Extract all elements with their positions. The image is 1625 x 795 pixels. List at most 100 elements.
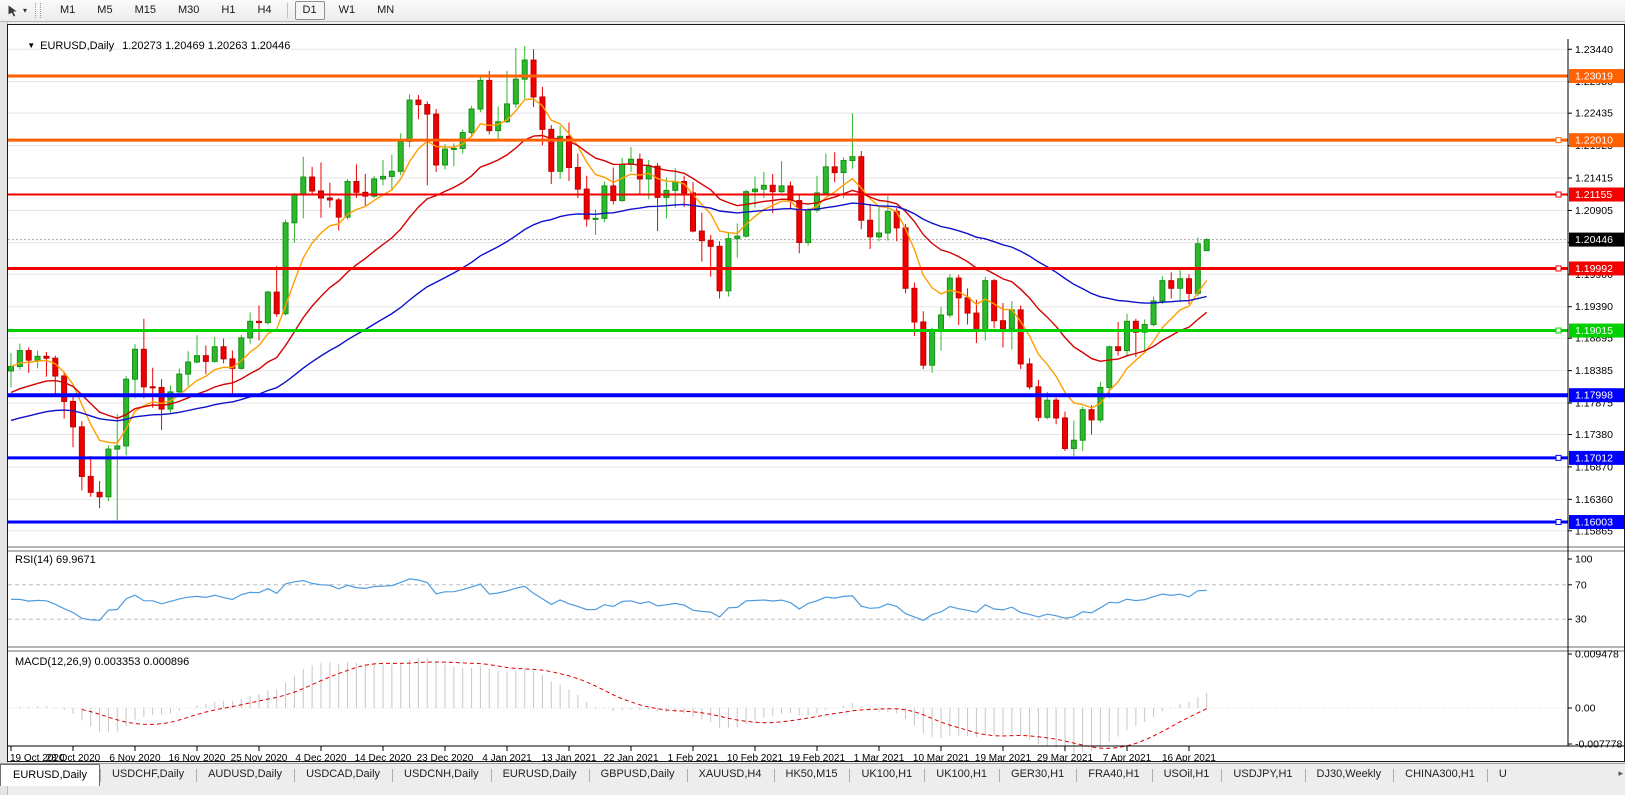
svg-text:1.17012: 1.17012 [1575, 452, 1613, 464]
svg-text:1.18385: 1.18385 [1575, 365, 1613, 377]
price-tags: 1.23019 1.22010 1.21155 1.20446 1.19992 1.190… [1569, 69, 1624, 530]
svg-text:1 Feb 2021: 1 Feb 2021 [668, 753, 719, 761]
svg-text:1 Mar 2021: 1 Mar 2021 [854, 753, 905, 761]
macd-pane: 0.009478 0.00 -0.007778 [8, 649, 1622, 754]
svg-text:70: 70 [1575, 579, 1587, 591]
chart-cursor-tool-icon[interactable] [4, 3, 22, 19]
symbol-tab-hk50-m15[interactable]: HK50,M15 [773, 764, 850, 786]
svg-text:19 Feb 2021: 19 Feb 2021 [789, 753, 846, 761]
timeframe-button-h1[interactable]: H1 [213, 1, 243, 20]
svg-text:1.21155: 1.21155 [1575, 189, 1612, 201]
timeframe-buttons: M1 M5 M15 M30 H1 H4 D1 W1 MN [49, 1, 405, 20]
svg-text:1.16360: 1.16360 [1575, 494, 1613, 506]
symbol-tab-gbpusd-daily[interactable]: GBPUSD,Daily [588, 764, 687, 786]
svg-text:-0.007778: -0.007778 [1575, 739, 1622, 751]
symbol-tab-china300-h1[interactable]: CHINA300,H1 [1393, 764, 1487, 786]
svg-text:16 Nov 2020: 16 Nov 2020 [169, 753, 226, 761]
pane-splitters[interactable] [8, 546, 1624, 652]
symbol-tab-usdcnh-daily[interactable]: USDCNH,Daily [392, 764, 491, 786]
timeframe-button-m15[interactable]: M15 [127, 1, 164, 20]
svg-text:0.00: 0.00 [1575, 703, 1596, 715]
svg-text:22 Jan 2021: 22 Jan 2021 [603, 753, 658, 761]
rsi-pane: 100 70 30 [8, 554, 1593, 626]
svg-text:1.21415: 1.21415 [1575, 172, 1613, 184]
svg-text:1.19992: 1.19992 [1575, 263, 1613, 275]
symbol-tab-dj30-weekly[interactable]: DJ30,Weekly [1304, 764, 1394, 786]
hline-handle [1555, 137, 1562, 144]
svg-text:6 Nov 2020: 6 Nov 2020 [109, 753, 161, 761]
hline-handle [1555, 327, 1562, 334]
symbol-tab-uk100-h1[interactable]: UK100,H1 [849, 764, 924, 786]
timeframe-button-m1[interactable]: M1 [52, 1, 83, 20]
chart-title: ▼ EURUSD,Daily 1.20273 1.20469 1.20263 1.2… [15, 28, 290, 64]
symbol-tab-audusd-daily[interactable]: AUDUSD,Daily [196, 764, 294, 786]
svg-text:16 Apr 2021: 16 Apr 2021 [1162, 753, 1216, 761]
svg-text:1.17380: 1.17380 [1575, 429, 1613, 441]
svg-text:1.23019: 1.23019 [1575, 71, 1613, 83]
symbol-tab-usdcad-daily[interactable]: USDCAD,Daily [294, 764, 392, 786]
svg-text:4 Dec 2020: 4 Dec 2020 [295, 753, 347, 761]
svg-text:1.16003: 1.16003 [1575, 517, 1613, 529]
svg-text:4 Jan 2021: 4 Jan 2021 [482, 753, 532, 761]
chart-window: ▼ EURUSD,Daily 1.20273 1.20469 1.20263 1.2… [7, 24, 1625, 762]
hline-handle [1555, 191, 1562, 198]
toolbar-separator [286, 3, 288, 18]
svg-text:10 Mar 2021: 10 Mar 2021 [913, 753, 970, 761]
svg-text:1.19390: 1.19390 [1575, 301, 1613, 313]
svg-text:30: 30 [1575, 614, 1587, 626]
chart-ohlc-values: 1.20273 1.20469 1.20263 1.20446 [122, 40, 291, 52]
timeframe-button-d1[interactable]: D1 [294, 1, 325, 20]
chevron-down-icon[interactable]: ▾ [23, 6, 27, 15]
svg-text:1.22435: 1.22435 [1575, 108, 1613, 120]
hline-handle [1555, 265, 1562, 272]
timeframe-button-h4[interactable]: H4 [249, 1, 279, 20]
svg-text:10 Feb 2021: 10 Feb 2021 [727, 753, 784, 761]
symbol-tab-usdchf-daily[interactable]: USDCHF,Daily [99, 764, 196, 786]
symbol-tab-usoil-h1[interactable]: USOil,H1 [1151, 764, 1222, 786]
symbol-tab-uk100-h1[interactable]: UK100,H1 [924, 764, 999, 786]
svg-text:1.20905: 1.20905 [1575, 205, 1613, 217]
tab-scroll-right-icon[interactable]: ▸ [1618, 768, 1623, 779]
mt4-terminal: { "icons": { "title_caret": "▼", "dropdo… [0, 0, 1625, 795]
hline-handle [1555, 454, 1562, 461]
macd-indicator-label: MACD(12,26,9) 0.003353 0.000896 [15, 656, 190, 668]
symbol-tab-eurusd-daily[interactable]: EURUSD,Daily [490, 764, 589, 786]
svg-text:100: 100 [1575, 554, 1593, 566]
ma-fast-line [10, 98, 1208, 444]
svg-text:7 Apr 2021: 7 Apr 2021 [1103, 753, 1152, 761]
svg-text:14 Dec 2020: 14 Dec 2020 [355, 753, 412, 761]
symbol-tab-eurusd-daily[interactable]: EURUSD,Daily [0, 764, 100, 786]
svg-text:1.17998: 1.17998 [1575, 390, 1613, 402]
toolbar-grip[interactable] [35, 3, 42, 18]
timeframe-button-m5[interactable]: M5 [89, 1, 120, 20]
timeframe-button-w1[interactable]: W1 [331, 1, 364, 20]
horizontal-lines-layer[interactable] [8, 74, 1568, 526]
symbol-tabbar: EURUSD,Daily USDCHF,Daily AUDUSD,Daily USDC… [0, 763, 1625, 786]
svg-text:1.19015: 1.19015 [1575, 325, 1613, 337]
svg-text:1.23440: 1.23440 [1575, 44, 1613, 56]
svg-text:13 Jan 2021: 13 Jan 2021 [541, 753, 596, 761]
svg-text:19 Mar 2021: 19 Mar 2021 [975, 753, 1032, 761]
svg-text:25 Nov 2020: 25 Nov 2020 [231, 753, 288, 761]
chart-symbol-period: EURUSD,Daily [40, 40, 115, 52]
symbol-tab-fra40-h1[interactable]: FRA40,H1 [1076, 764, 1151, 786]
symbol-tab-xauusd-h4[interactable]: XAUUSD,H4 [686, 764, 774, 786]
svg-text:1.22010: 1.22010 [1575, 135, 1613, 147]
ma-slow-line [10, 202, 1207, 422]
svg-text:23 Dec 2020: 23 Dec 2020 [417, 753, 474, 761]
symbol-tab-usdjpy-h1[interactable]: USDJPY,H1 [1221, 764, 1304, 786]
window-menu-caret-icon[interactable]: ▼ [27, 41, 35, 50]
time-axis: 19 Oct 202028 Oct 2020 6 Nov 2020 16 Nov 2… [8, 745, 1624, 761]
rsi-indicator-label: RSI(14) 69.9671 [15, 554, 96, 566]
symbol-tab-ger30-h1[interactable]: GER30,H1 [999, 764, 1076, 786]
top-toolbar: ▾ M1 M5 M15 M30 H1 H4 D1 W1 MN [0, 0, 1625, 22]
svg-text:0.009478: 0.009478 [1575, 649, 1619, 661]
svg-text:28 Oct 2020: 28 Oct 2020 [46, 753, 101, 761]
svg-text:29 Mar 2021: 29 Mar 2021 [1037, 753, 1094, 761]
symbol-tab-u[interactable]: U [1486, 764, 1519, 786]
candles-layer [8, 46, 1210, 521]
price-chart-canvas[interactable]: 1.234401.229301.224351.219251.214151.209… [8, 25, 1624, 761]
timeframe-button-mn[interactable]: MN [369, 1, 402, 20]
hline-handle [1555, 519, 1562, 526]
timeframe-button-m30[interactable]: M30 [170, 1, 207, 20]
